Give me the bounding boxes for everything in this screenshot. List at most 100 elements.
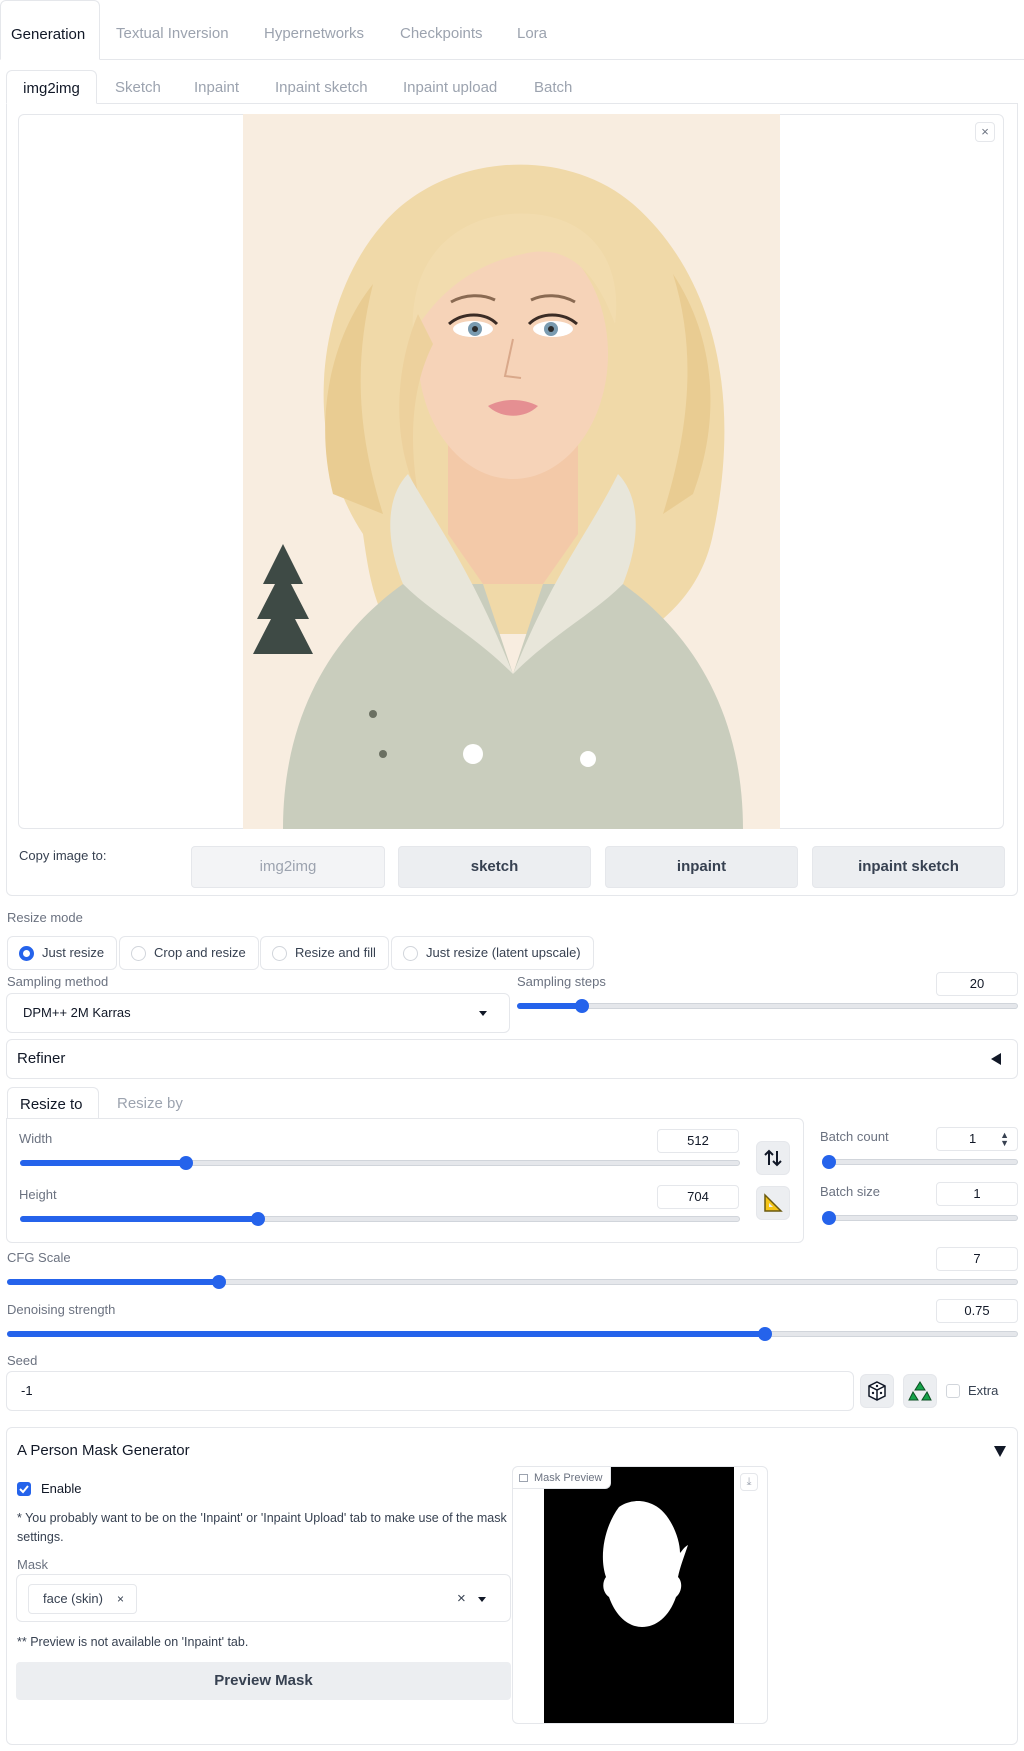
radio-latent-upscale[interactable]: Just resize (latent upscale) (391, 936, 594, 970)
radio-resize-and-fill[interactable]: Resize and fill (260, 936, 389, 970)
tab-inpaint-sketch[interactable]: Inpaint sketch (265, 70, 378, 104)
close-icon[interactable]: × (975, 122, 995, 142)
sampling-steps-input[interactable]: 20 (936, 972, 1018, 996)
batch-size-input[interactable]: 1 (936, 1182, 1018, 1206)
radio-crop-and-resize[interactable]: Crop and resize (119, 936, 259, 970)
width-fill (20, 1160, 186, 1166)
spinner-icon[interactable]: ▲ ▼ (1000, 1131, 1009, 1148)
refiner-accordion[interactable]: Refiner (6, 1039, 1018, 1079)
copy-to-img2img-button[interactable]: img2img (191, 846, 385, 888)
download-icon[interactable]: ⤓ (740, 1473, 758, 1491)
aspect-ratio-button[interactable] (756, 1186, 790, 1220)
reuse-seed-button[interactable] (903, 1374, 937, 1408)
batch-count-track[interactable] (822, 1159, 1018, 1165)
tab-inpaint-upload[interactable]: Inpaint upload (393, 70, 507, 104)
swap-dimensions-button[interactable] (756, 1141, 790, 1175)
batch-count-input[interactable]: 1 ▲ ▼ (936, 1127, 1018, 1151)
preview-mask-button[interactable]: Preview Mask (16, 1662, 511, 1700)
chevron-down-icon[interactable] (478, 1597, 486, 1602)
swap-arrows-icon (764, 1149, 782, 1167)
radio-dot (19, 946, 34, 961)
batch-size-thumb[interactable] (822, 1211, 836, 1225)
denoising-strength-input[interactable]: 0.75 (936, 1299, 1018, 1323)
sampling-steps-label: Sampling steps (517, 974, 606, 989)
tab-resize-to[interactable]: Resize to (7, 1087, 99, 1119)
cfg-scale-fill (7, 1279, 219, 1285)
extra-checkbox[interactable] (946, 1384, 960, 1398)
radio-label: Just resize (42, 945, 105, 960)
sampling-steps-thumb[interactable] (575, 999, 589, 1013)
mask-generator-title[interactable]: A Person Mask Generator (17, 1442, 190, 1459)
expand-arrow-icon[interactable] (994, 1446, 1006, 1457)
preview-unavailable-note: ** Preview is not available on 'Inpaint'… (17, 1635, 249, 1649)
copy-to-inpaint-sketch-button[interactable]: inpaint sketch (812, 846, 1005, 888)
sampling-method-label: Sampling method (7, 974, 109, 989)
tab-generation[interactable]: Generation (0, 0, 100, 60)
tab-checkpoints[interactable]: Checkpoints (390, 0, 493, 60)
random-seed-button[interactable] (860, 1374, 894, 1408)
batch-size-track[interactable] (822, 1215, 1018, 1221)
input-image (243, 114, 780, 829)
enable-checkbox[interactable] (17, 1482, 31, 1496)
radio-label: Resize and fill (295, 945, 376, 960)
denoising-strength-fill (7, 1331, 765, 1337)
tab-resize-by[interactable]: Resize by (105, 1087, 195, 1119)
tab-lora[interactable]: Lora (507, 0, 557, 60)
denoising-strength-thumb[interactable] (758, 1327, 772, 1341)
image-icon (519, 1474, 528, 1482)
tab-img2img[interactable]: img2img (6, 70, 97, 104)
resize-mode-label: Resize mode (7, 910, 83, 925)
checkmark-icon (19, 1485, 29, 1494)
batch-count-thumb[interactable] (822, 1155, 836, 1169)
chevron-down-icon (479, 1011, 487, 1016)
height-fill (20, 1216, 258, 1222)
tab-hypernetworks[interactable]: Hypernetworks (254, 0, 374, 60)
triangle-ruler-icon (764, 1193, 783, 1212)
batch-count-value: 1 (969, 1131, 977, 1146)
copy-to-sketch-button[interactable]: sketch (398, 846, 591, 888)
dropdown-value: DPM++ 2M Karras (23, 1005, 131, 1020)
mask-tag-label: face (skin) (43, 1591, 103, 1606)
extra-label: Extra (968, 1383, 999, 1398)
radio-label: Crop and resize (154, 945, 246, 960)
remove-tag-icon[interactable]: × (117, 1592, 124, 1606)
seed-input[interactable]: -1 (6, 1371, 854, 1411)
mask-preview-image (544, 1467, 734, 1723)
mask-tag-face-skin: face (skin) × (28, 1584, 137, 1614)
enable-label: Enable (41, 1481, 82, 1496)
seed-label: Seed (7, 1353, 38, 1368)
cfg-scale-input[interactable]: 7 (936, 1247, 1018, 1271)
copy-to-inpaint-button[interactable]: inpaint (605, 846, 798, 888)
cfg-scale-label: CFG Scale (7, 1250, 71, 1265)
sampling-steps-track[interactable] (517, 1003, 1018, 1009)
sampling-method-dropdown[interactable]: DPM++ 2M Karras (6, 993, 510, 1033)
mask-preview-label-text: Mask Preview (534, 1472, 603, 1484)
batch-size-label: Batch size (820, 1184, 880, 1199)
cfg-scale-thumb[interactable] (212, 1275, 226, 1289)
clear-selection-icon[interactable]: × (457, 1590, 466, 1607)
tab-inpaint[interactable]: Inpaint (184, 70, 249, 104)
batch-count-label: Batch count (820, 1129, 889, 1144)
radio-dot (403, 946, 418, 961)
tab-sketch[interactable]: Sketch (105, 70, 171, 104)
height-input[interactable]: 704 (657, 1185, 739, 1209)
width-input[interactable]: 512 (657, 1129, 739, 1153)
radio-label: Just resize (latent upscale) (426, 945, 581, 960)
recycle-icon (908, 1381, 932, 1401)
radio-dot (272, 946, 287, 961)
copy-image-label: Copy image to: (19, 848, 107, 863)
inpaint-tab-note: * You probably want to be on the 'Inpain… (17, 1511, 507, 1544)
radio-just-resize[interactable]: Just resize (7, 936, 118, 970)
sampling-steps-fill (517, 1003, 582, 1009)
denoising-strength-label: Denoising strength (7, 1302, 116, 1317)
height-thumb[interactable] (251, 1212, 265, 1226)
tab-batch[interactable]: Batch (524, 70, 582, 104)
dice-icon (868, 1381, 886, 1401)
radio-dot (131, 946, 146, 961)
height-label: Height (19, 1187, 57, 1202)
width-label: Width (19, 1131, 53, 1146)
mask-label: Mask (17, 1557, 49, 1572)
width-thumb[interactable] (179, 1156, 193, 1170)
mask-preview-label: Mask Preview (513, 1467, 612, 1489)
tab-textual-inversion[interactable]: Textual Inversion (106, 0, 239, 60)
